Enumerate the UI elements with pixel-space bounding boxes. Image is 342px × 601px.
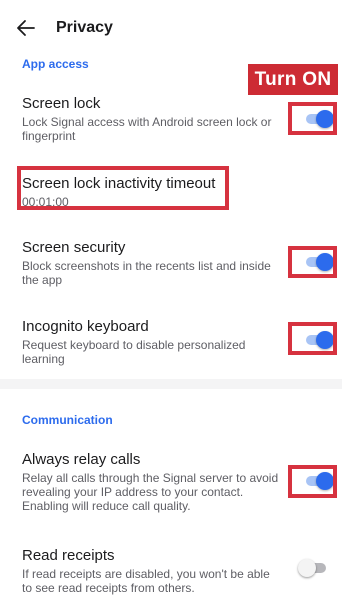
section-header-app-access: App access (22, 57, 89, 71)
highlight-box-screen-security-toggle (288, 246, 337, 278)
setting-title: Always relay calls (22, 451, 141, 468)
read-receipts-toggle[interactable] (298, 559, 328, 577)
setting-row-read-receipts[interactable]: Read receipts If read receipts are disab… (0, 544, 342, 601)
highlight-box-always-relay-calls-toggle (288, 465, 337, 498)
turn-on-annotation-banner: Turn ON (248, 64, 338, 95)
page-title: Privacy (56, 19, 113, 36)
setting-title: Screen security (22, 239, 126, 256)
setting-title: Incognito keyboard (22, 318, 149, 335)
setting-description: Relay all calls through the Signal serve… (22, 471, 279, 513)
highlight-box-incognito-keyboard-toggle (288, 322, 337, 355)
back-arrow-icon[interactable] (14, 16, 38, 40)
setting-title: Screen lock (22, 95, 101, 112)
app-bar: Privacy (0, 0, 342, 52)
setting-description: Lock Signal access with Android screen l… (22, 115, 272, 143)
setting-description: Block screenshots in the recents list an… (22, 259, 271, 287)
setting-title: Read receipts (22, 547, 115, 564)
setting-description: If read receipts are disabled, you won't… (22, 567, 270, 595)
setting-description: Request keyboard to disable personalized… (22, 338, 246, 366)
section-divider (0, 379, 342, 389)
toggle-thumb (298, 559, 316, 577)
highlight-box-inactivity-timeout (17, 166, 229, 210)
section-header-communication: Communication (22, 413, 113, 427)
highlight-box-screen-lock-toggle (288, 102, 337, 135)
privacy-settings-screen: Privacy Turn ON App access Screen lock L… (0, 0, 342, 601)
